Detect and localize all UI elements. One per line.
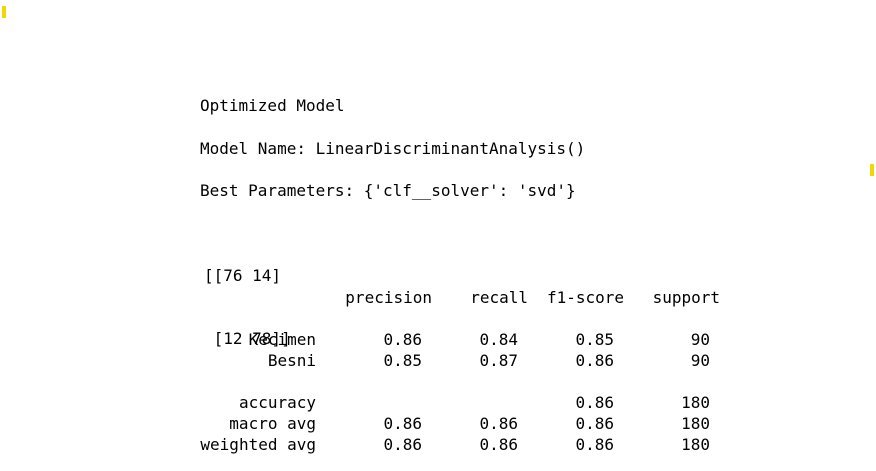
f1-score-value: 0.86 (575, 414, 614, 433)
support-value: 90 (690, 330, 710, 349)
precision-value: 0.86 (383, 414, 422, 433)
precision-value: 0.85 (383, 351, 422, 370)
row-label: weighted avg (200, 435, 316, 454)
recall-value: 0.86 (479, 435, 518, 454)
support-value: 180 (681, 414, 710, 433)
row-label: Besni (267, 351, 316, 370)
support-value: 90 (690, 351, 710, 370)
precision-value: 0.86 (383, 435, 422, 454)
column-header-recall: recall (470, 288, 528, 307)
row-label: accuracy (238, 393, 316, 412)
recall-value: 0.84 (479, 330, 518, 349)
column-header-support: support (652, 288, 720, 307)
confusion-matrix-row: [[76 14] (204, 266, 282, 285)
column-header-f1-score: f1-score (546, 288, 624, 307)
f1-score-value: 0.86 (575, 351, 614, 370)
output-heading: Optimized Model (200, 96, 345, 115)
precision-value: 0.86 (383, 330, 422, 349)
f1-score-value: 0.86 (575, 393, 614, 412)
cell-marker-left (2, 6, 6, 18)
support-value: 180 (681, 435, 710, 454)
recall-value: 0.87 (479, 351, 518, 370)
column-header-precision: precision (345, 288, 432, 307)
f1-score-value: 0.85 (575, 330, 614, 349)
model-name-line: Model Name: LinearDiscriminantAnalysis() (200, 139, 586, 158)
f1-score-value: 0.86 (575, 435, 614, 454)
cell-marker-right (870, 164, 874, 176)
support-value: 180 (681, 393, 710, 412)
row-label: macro avg (229, 414, 316, 433)
recall-value: 0.86 (479, 414, 518, 433)
row-label: Kecimen (248, 330, 316, 349)
best-parameters-line: Best Parameters: {'clf__solver': 'svd'} (200, 181, 576, 200)
